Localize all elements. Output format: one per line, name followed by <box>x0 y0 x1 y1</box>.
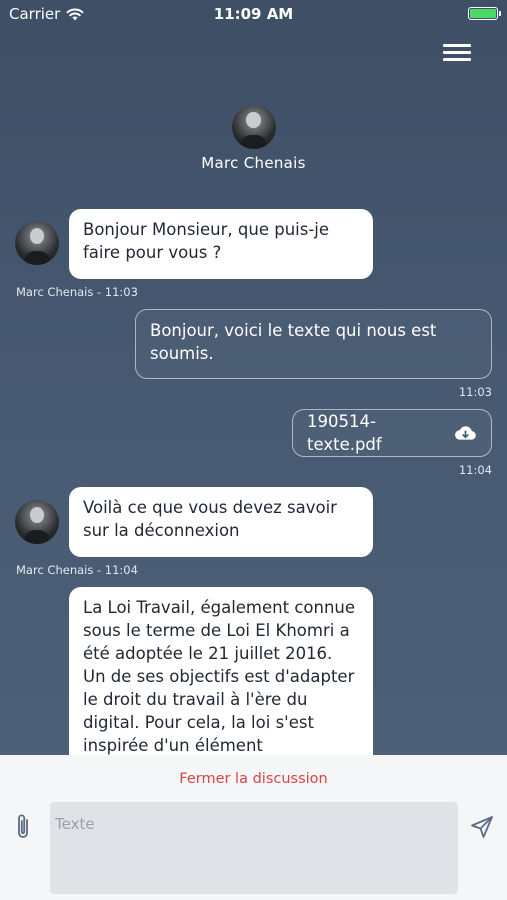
cloud-download-icon <box>455 426 476 440</box>
file-name: 190514-texte.pdf <box>307 412 382 454</box>
message-meta: Marc Chenais - 11:03 <box>16 285 138 299</box>
chat-screen: Carrier 11:09 AM Marc Chenais Bonjour Mo… <box>0 0 507 900</box>
composer-panel: Fermer la discussion <box>0 755 507 900</box>
battery-icon <box>468 7 501 20</box>
paperclip-icon[interactable] <box>12 812 34 842</box>
status-bar: Carrier 11:09 AM <box>0 0 507 28</box>
status-time: 11:09 AM <box>213 5 294 23</box>
message-input[interactable] <box>53 814 447 834</box>
message-meta: 11:04 <box>458 463 492 477</box>
hamburger-icon[interactable] <box>443 42 471 62</box>
avatar <box>15 500 59 544</box>
message-meta: Marc Chenais - 11:04 <box>16 563 138 577</box>
message-text: Bonjour Monsieur, que puis-je faire pour… <box>83 220 330 262</box>
agent-avatar <box>231 105 276 149</box>
close-discussion-link[interactable]: Fermer la discussion <box>0 771 507 787</box>
message-input-box[interactable] <box>50 802 458 894</box>
send-icon[interactable] <box>470 815 494 839</box>
file-attachment[interactable]: 190514-texte.pdf <box>292 409 492 457</box>
message-text: La Loi Travail, également connue sous le… <box>83 598 356 755</box>
avatar <box>15 221 59 265</box>
message-bubble-incoming: Voilà ce que vous devez savoir sur la dé… <box>69 487 373 557</box>
message-bubble-incoming: Bonjour Monsieur, que puis-je faire pour… <box>69 209 373 279</box>
agent-name: Marc Chenais <box>201 154 306 172</box>
message-text: Voilà ce que vous devez savoir sur la dé… <box>83 498 337 540</box>
agent-header: Marc Chenais <box>0 105 507 172</box>
message-meta: 11:03 <box>458 385 492 399</box>
message-text: Bonjour, voici le texte qui nous est sou… <box>150 321 437 363</box>
message-bubble-outgoing: Bonjour, voici le texte qui nous est sou… <box>135 309 492 379</box>
